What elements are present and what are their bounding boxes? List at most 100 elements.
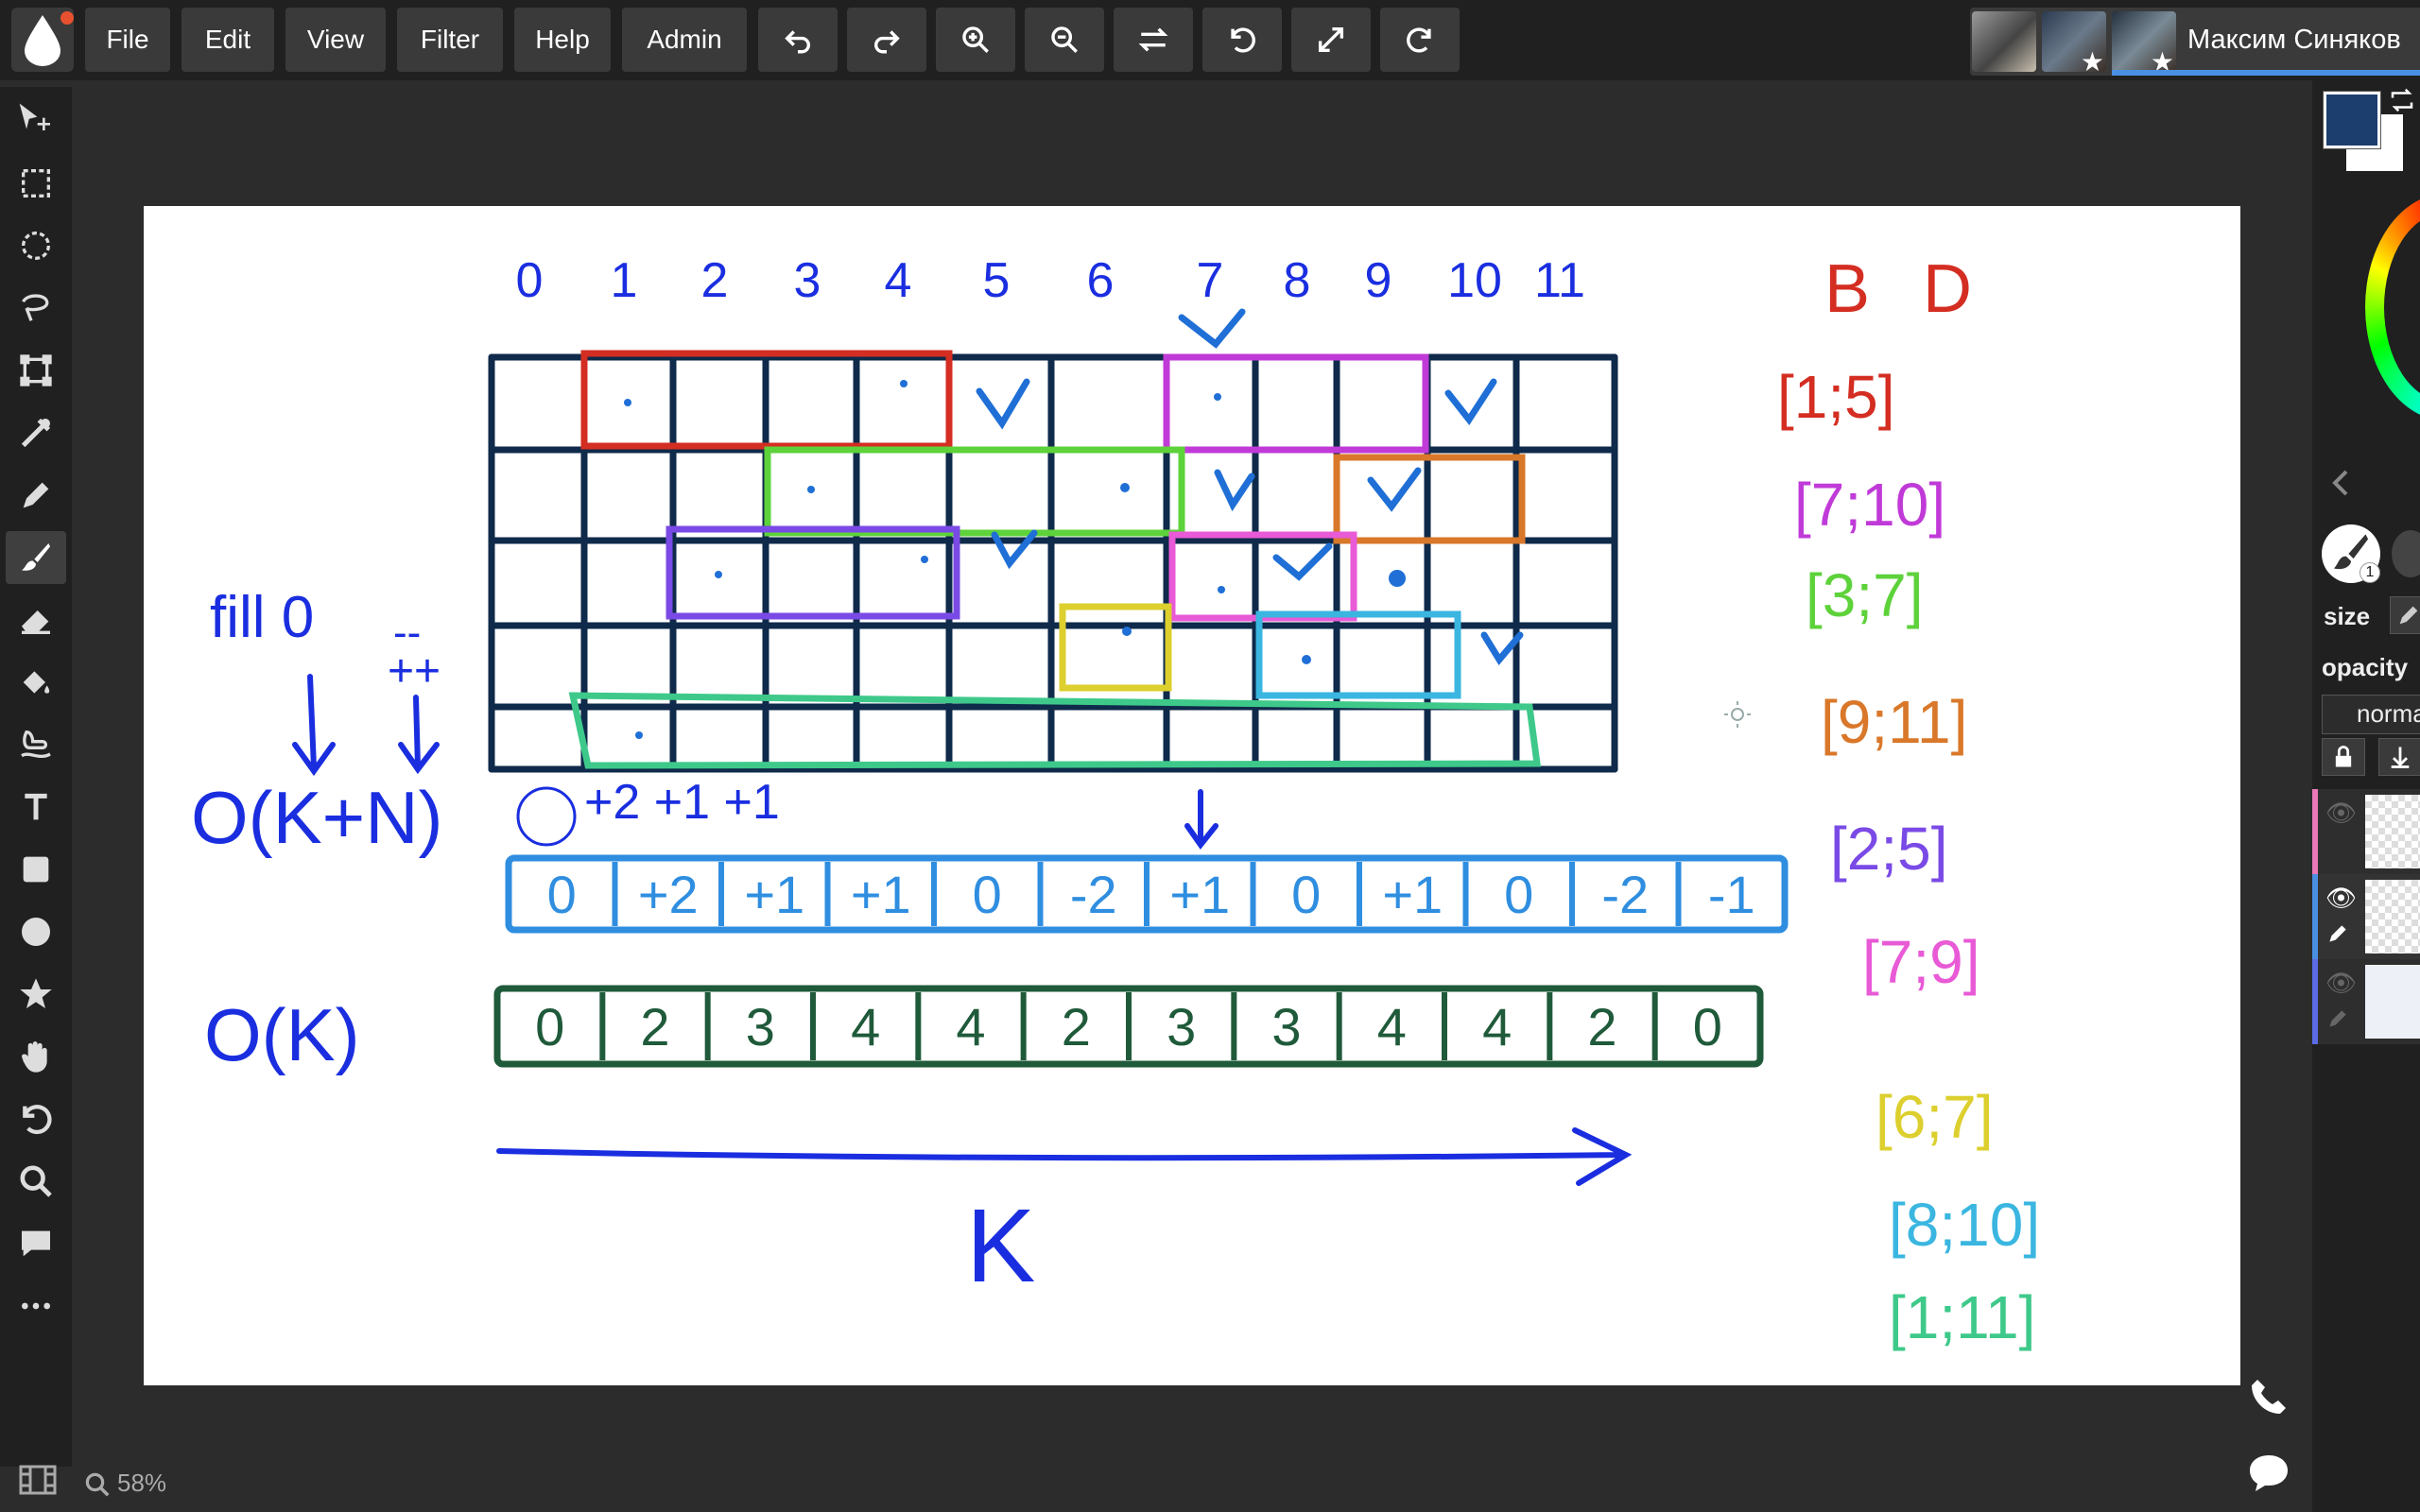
eye-icon[interactable]: 👁	[2325, 884, 2357, 913]
delta-label: +2 +1 +1	[584, 775, 780, 830]
size-label: size	[2324, 602, 2371, 630]
fullscreen-icon	[1318, 26, 1344, 53]
prefix-array-cell: 4	[1482, 997, 1512, 1057]
diff-array-cell: -2	[1070, 865, 1117, 924]
brush-preset[interactable]: 1	[2322, 524, 2380, 583]
tool-eraser[interactable]	[6, 593, 66, 646]
zoom-in-button[interactable]	[936, 8, 1015, 72]
crosshair-icon	[1724, 701, 1751, 728]
fill-note: fill 0	[210, 585, 314, 650]
rotate-right-button[interactable]	[1380, 8, 1460, 72]
tool-zoom[interactable]	[6, 1155, 66, 1208]
transform-icon	[20, 354, 52, 387]
tool-smudge[interactable]	[6, 718, 66, 771]
avatar[interactable]: ★	[2112, 11, 2176, 72]
tool-ellipse-select[interactable]	[6, 219, 66, 272]
lasso-icon	[22, 294, 49, 321]
rotate-left-button[interactable]	[1202, 8, 1282, 72]
zoom-out-button[interactable]	[1025, 8, 1104, 72]
user-name: Максим Синяков	[2187, 25, 2401, 55]
more-icon	[22, 1302, 50, 1310]
tool-lasso[interactable]	[6, 282, 66, 335]
header-b: B	[1824, 251, 1870, 327]
tool-text[interactable]	[6, 781, 66, 833]
diff-array-cell: -1	[1708, 865, 1755, 924]
phone-icon	[2252, 1380, 2286, 1414]
diff-array-cell: -2	[1601, 865, 1649, 924]
lock-layer-button[interactable]	[2322, 738, 2365, 776]
undo-button[interactable]	[758, 8, 838, 72]
diff-array-cell: 0	[1291, 865, 1321, 924]
prefix-array-cell: 2	[1062, 997, 1091, 1057]
shape-icon	[20, 978, 52, 1008]
size-control[interactable]	[2390, 596, 2420, 634]
layer-item[interactable]: 👁	[2312, 959, 2420, 1044]
tool-brush[interactable]	[6, 531, 66, 584]
fullscreen-button[interactable]	[1291, 8, 1371, 72]
tool-move[interactable]	[6, 94, 66, 147]
app-window: File Edit View Filter Help Admin ★ ★ Мак…	[0, 0, 2420, 1512]
status-bar: 58%	[0, 1446, 227, 1512]
tool-shape[interactable]	[6, 968, 66, 1021]
avatar[interactable]: ★	[2042, 11, 2106, 72]
tool-hand[interactable]	[6, 1030, 66, 1083]
layer-thumbnail	[2365, 965, 2420, 1039]
redo-button[interactable]	[847, 8, 926, 72]
tool-rotate-view[interactable]	[6, 1092, 66, 1145]
zoom-level[interactable]: 58%	[117, 1469, 166, 1498]
tool-comment[interactable]	[6, 1217, 66, 1270]
menu-filter[interactable]: Filter	[397, 8, 503, 72]
column-number: 8	[1284, 253, 1311, 308]
menu-edit[interactable]: Edit	[182, 8, 274, 72]
tool-eyedropper[interactable]	[6, 406, 66, 459]
blend-mode-select[interactable]: norma	[2322, 695, 2420, 734]
prefix-array-cell: 3	[1167, 997, 1196, 1057]
drawing-canvas[interactable]: 0 1 2 3 4 5 6 7 8 9 10 11 fill 0 -- ++ O…	[144, 206, 2240, 1385]
menu-file[interactable]: File	[85, 8, 170, 72]
eye-icon[interactable]: 👁	[2325, 969, 2357, 998]
avatar[interactable]	[1972, 11, 2036, 72]
prefix-array-cell: 4	[956, 997, 985, 1057]
tool-ellipse[interactable]	[6, 905, 66, 958]
flip-button[interactable]	[1114, 8, 1193, 72]
tool-bucket[interactable]	[6, 656, 66, 709]
comment-icon	[22, 1230, 50, 1257]
pencil-icon	[2399, 606, 2418, 625]
tool-more[interactable]	[6, 1280, 66, 1332]
collapse-left-icon[interactable]	[2329, 468, 2352, 498]
call-button[interactable]	[2246, 1374, 2291, 1424]
ellipse-select-icon	[22, 232, 50, 260]
tool-pencil[interactable]	[6, 469, 66, 522]
foreground-color-swatch[interactable]	[2324, 92, 2380, 148]
rotate-view-icon	[23, 1105, 52, 1134]
eye-icon[interactable]: 👁	[2325, 799, 2357, 828]
app-logo[interactable]	[11, 8, 74, 72]
menu-view[interactable]: View	[285, 8, 386, 72]
swap-colors-icon[interactable]	[2388, 88, 2416, 112]
column-number: 4	[885, 253, 912, 308]
menu-help[interactable]: Help	[514, 8, 611, 72]
prefix-array-cell: 0	[1693, 997, 1722, 1057]
move-icon	[19, 103, 50, 130]
prefix-array-cell: 3	[746, 997, 775, 1057]
tool-rectangle[interactable]	[6, 843, 66, 896]
tool-rect-select[interactable]	[6, 157, 66, 210]
tool-transform[interactable]	[6, 344, 66, 397]
layer-item[interactable]: 👁	[2312, 789, 2420, 874]
menu-admin[interactable]: Admin	[622, 8, 747, 72]
filmstrip-icon[interactable]	[17, 1463, 59, 1497]
column-number: 9	[1365, 253, 1392, 308]
hand-icon	[22, 1041, 47, 1073]
zoom-icon	[85, 1472, 110, 1497]
axis-arrow-icon	[496, 1127, 1633, 1186]
color-wheel[interactable]	[2365, 194, 2420, 421]
chat-button[interactable]	[2246, 1450, 2291, 1500]
interval-box-yellow	[1059, 603, 1172, 692]
user-panel[interactable]: ★ ★ Максим Синяков	[1970, 8, 2420, 76]
header-d: D	[1923, 251, 1972, 327]
brush-preset-secondary[interactable]	[2392, 530, 2420, 577]
text-icon	[25, 793, 47, 820]
bucket-icon	[23, 671, 50, 694]
merge-down-button[interactable]	[2378, 738, 2420, 776]
layer-item-active[interactable]: 👁	[2312, 874, 2420, 959]
